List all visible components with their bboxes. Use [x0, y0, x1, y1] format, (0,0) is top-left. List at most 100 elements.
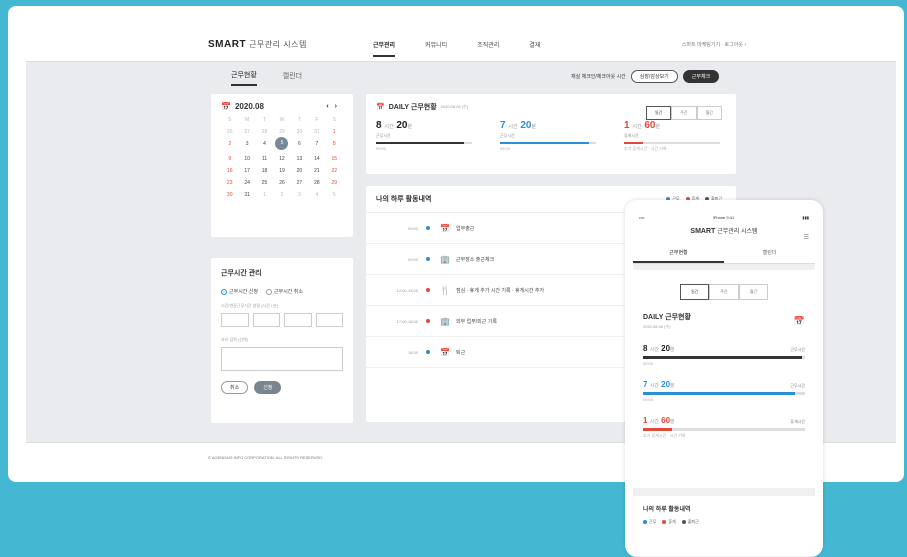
calendar-icon[interactable]: 📅 — [794, 316, 805, 327]
calendar-day[interactable]: 25 — [256, 180, 273, 186]
calendar-day[interactable]: 23 — [221, 180, 238, 186]
seg-weekly[interactable]: 주간 — [671, 106, 697, 120]
calendar-day[interactable]: 5 — [326, 192, 343, 198]
calendar-day[interactable]: 2 — [273, 192, 290, 198]
mobile-stat-top: 8 시간 20분 근무시간 — [643, 344, 805, 353]
legend-label: 출퇴근 — [687, 519, 699, 524]
submit-button[interactable]: 신청 — [254, 381, 282, 394]
mobile-seg-daily[interactable]: 일간 — [679, 284, 710, 300]
calendar-day[interactable]: 7 — [308, 141, 325, 150]
time-input-3[interactable] — [284, 313, 312, 327]
calendar-grid: S M T W T F S 26 27 28 29 30 31 1 2 3 4 5 6 7 8 9 10 11 12 13 14 15… — [221, 117, 343, 198]
calendar-day[interactable]: 24 — [238, 180, 255, 186]
calendar-day[interactable]: 2 — [221, 141, 238, 150]
radio-apply[interactable]: 근무시간 신청 — [221, 288, 258, 295]
nav-organization[interactable]: 조직관리 — [477, 30, 499, 59]
time-input-1[interactable] — [221, 313, 249, 327]
calendar-day[interactable]: 28 — [308, 180, 325, 186]
calendar-day[interactable]: 26 — [273, 180, 290, 186]
calendar-day[interactable]: 5 — [273, 137, 290, 150]
radio-cancel[interactable]: 근무시간 취소 — [266, 288, 303, 295]
mobile-screen: •••• iPhone 9:41 ▮▮▮ SMART 근무관리 시스템 ☰ 근무… — [633, 212, 815, 557]
calendar-day[interactable]: 13 — [291, 156, 308, 162]
phone-time: iPhone 9:41 — [712, 214, 735, 220]
view-button[interactable]: 심장/감상보기 — [630, 70, 678, 83]
calendar-day[interactable]: 18 — [256, 168, 273, 174]
stat-hours: 7 — [500, 120, 506, 131]
daily-date: 2020.08.05 (수) — [440, 104, 469, 109]
calendar-day[interactable]: 4 — [308, 192, 325, 198]
user-menu[interactable]: 스마트 마케팅기기 · 로그아웃 › — [682, 41, 746, 48]
mobile-stat-note: 09:00 — [643, 397, 654, 402]
calendar-day[interactable]: 29 — [326, 180, 343, 186]
calendar-day[interactable]: 9 — [221, 156, 238, 162]
mobile-tab-status[interactable]: 근무현황 — [633, 242, 724, 263]
work-check-button[interactable]: 근무체크 — [682, 70, 720, 83]
calendar-day[interactable]: 6 — [291, 141, 308, 150]
app-logo[interactable]: SMART 근무관리 시스템 — [208, 39, 373, 50]
calendar-day[interactable]: 20 — [291, 168, 308, 174]
seg-daily[interactable]: 일간 — [645, 106, 672, 120]
calendar-day[interactable]: 31 — [238, 192, 255, 198]
subtab-status[interactable]: 근무현황 — [231, 66, 257, 86]
mobile-header: SMART 근무관리 시스템 ☰ — [633, 222, 815, 242]
top-bar: SMART 근무관리 시스템 근무관리 커뮤니티 조직관리 결재 스마트 마케팅기… — [26, 28, 896, 62]
sub-bar: 근무현황 캘린더 재실 체크인/체크아웃 시간 심장/감상보기 근무체크 — [26, 62, 896, 90]
calendar-day[interactable]: 11 — [256, 156, 273, 162]
progress-bar — [500, 142, 596, 144]
calendar-day[interactable]: 26 — [221, 129, 238, 135]
calendar-day[interactable]: 27 — [238, 129, 255, 135]
stat-minutes: 60 — [644, 120, 656, 131]
hour-unit: 시간 — [649, 383, 659, 389]
calendar-day[interactable]: 17 — [238, 168, 255, 174]
time-input-2[interactable] — [252, 313, 280, 327]
hamburger-menu-icon[interactable]: ☰ — [804, 228, 809, 248]
mobile-seg-monthly[interactable]: 월간 — [738, 284, 769, 300]
calendar-day[interactable]: 4 — [256, 141, 273, 150]
subtab-calendar[interactable]: 캘린더 — [283, 67, 302, 85]
hour-unit: 시간 — [649, 347, 659, 353]
calendar-day[interactable]: 19 — [273, 168, 290, 174]
cancel-button[interactable]: 취소 — [221, 381, 249, 394]
calendar-day[interactable]: 12 — [273, 156, 290, 162]
nav-community[interactable]: 커뮤니티 — [425, 30, 447, 59]
calendar-day[interactable]: 16 — [221, 168, 238, 174]
mobile-daily-date: 2020.08.05 (수) — [643, 324, 671, 329]
calendar-day[interactable]: 3 — [238, 141, 255, 150]
calendar-day[interactable]: 30 — [221, 192, 238, 198]
mobile-progress-bar — [643, 392, 805, 395]
stat-value: 1 시간 60분 — [624, 120, 720, 131]
calendar-day[interactable]: 8 — [326, 141, 343, 150]
stat-label: 근무시간 — [376, 133, 391, 138]
calendar-day[interactable]: 28 — [256, 129, 273, 135]
selected-day[interactable]: 5 — [275, 137, 289, 150]
stat-hours: 1 — [624, 120, 630, 131]
time-input-4[interactable] — [315, 313, 343, 327]
calendar-day[interactable]: 10 — [238, 156, 255, 162]
calendar-day[interactable]: 31 — [308, 129, 325, 135]
nav-attendance[interactable]: 근무관리 — [373, 30, 396, 59]
activity-text: 점심 · 휴게 추가 시간 기록 · 휴게시간 추가 — [456, 287, 545, 294]
header-controls: 재실 체크인/체크아웃 시간 심장/감상보기 근무체크 — [571, 70, 720, 83]
calendar-day[interactable]: 29 — [273, 129, 290, 135]
calendar-day[interactable]: 30 — [291, 129, 308, 135]
mobile-seg-weekly[interactable]: 주간 — [709, 284, 739, 300]
legend-dot — [662, 520, 667, 524]
calendar-day[interactable]: 1 — [256, 192, 273, 198]
radio-dot-checked — [221, 288, 227, 295]
calendar-day[interactable]: 3 — [291, 192, 308, 198]
calendar-day[interactable]: 15 — [326, 156, 343, 162]
calendar-day[interactable]: 22 — [326, 168, 343, 174]
prev-month-icon[interactable]: ‹ — [326, 103, 334, 110]
mobile-stat-block: 7 시간 20분 근무시간 09:00 — [643, 380, 805, 402]
calendar-day[interactable]: 1 — [326, 129, 343, 135]
next-month-icon[interactable]: › — [335, 103, 343, 110]
calendar-day[interactable]: 14 — [308, 156, 325, 162]
calendar-day[interactable]: 21 — [308, 168, 325, 174]
seg-monthly[interactable]: 월간 — [696, 106, 722, 120]
calendar-day[interactable]: 27 — [291, 180, 308, 186]
nav-approval[interactable]: 결재 — [529, 30, 540, 59]
mobile-stat-top: 1 시간 60분 휴게시간 — [643, 416, 805, 425]
reason-textarea[interactable] — [221, 347, 343, 371]
mobile-tab-calendar[interactable]: 캘린더 — [724, 242, 815, 263]
